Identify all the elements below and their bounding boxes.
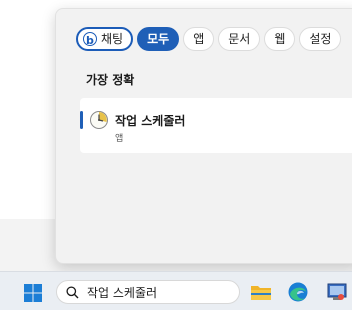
filter-bar: 채팅 모두 앱 문서 웹 설정 <box>76 27 342 53</box>
filter-label: 문서 <box>228 32 251 46</box>
filter-all[interactable]: 모두 <box>137 27 180 51</box>
task-scheduler-icon <box>90 111 108 129</box>
search-icon <box>66 286 79 299</box>
best-match-heading: 가장 정확 <box>86 73 135 87</box>
taskbar: 작업 스케줄러 <box>0 271 352 310</box>
search-flyout: 채팅 모두 앱 문서 웹 설정 가장 정확 <box>55 8 352 264</box>
filter-apps[interactable]: 앱 <box>183 27 215 51</box>
bing-icon <box>83 29 97 53</box>
app-icon[interactable] <box>326 281 348 303</box>
selection-indicator <box>80 111 83 129</box>
search-input[interactable]: 작업 스케줄러 <box>87 284 157 301</box>
filter-settings[interactable]: 설정 <box>299 27 342 51</box>
filter-documents[interactable]: 문서 <box>218 27 261 51</box>
filter-label: 채팅 <box>101 32 124 46</box>
filter-label: 모두 <box>147 32 170 46</box>
file-explorer-icon[interactable] <box>250 281 272 303</box>
background-window <box>0 0 56 219</box>
filter-label: 웹 <box>274 32 286 46</box>
filter-label: 앱 <box>193 32 205 46</box>
filter-label: 설정 <box>309 32 332 46</box>
result-name: 작업 스케줄러 <box>115 114 186 128</box>
windows-start-icon[interactable] <box>23 283 43 303</box>
desktop: 채팅 모두 앱 문서 웹 설정 가장 정확 <box>0 0 352 310</box>
best-match-result[interactable]: 작업 스케줄러 앱 <box>80 98 352 153</box>
filter-chat[interactable]: 채팅 <box>76 27 134 53</box>
taskbar-search-box[interactable]: 작업 스케줄러 <box>56 280 240 304</box>
result-type: 앱 <box>115 134 124 144</box>
filter-web[interactable]: 웹 <box>264 27 296 51</box>
edge-browser-icon[interactable] <box>287 281 309 303</box>
